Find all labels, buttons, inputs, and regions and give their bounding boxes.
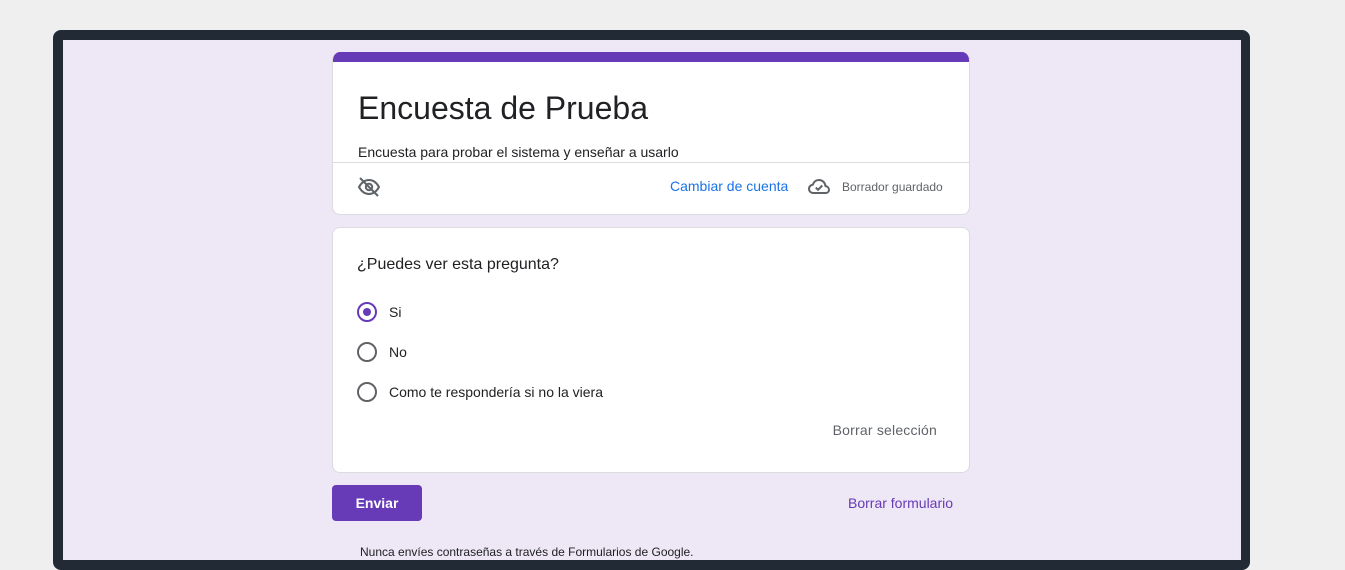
form-header-card: Encuesta de Prueba Encuesta para probar … bbox=[332, 52, 970, 215]
radio-button[interactable] bbox=[357, 382, 377, 402]
clear-form-button[interactable]: Borrar formulario bbox=[848, 495, 953, 511]
radio-button-checked[interactable] bbox=[357, 302, 377, 322]
option-si[interactable]: Si bbox=[357, 301, 401, 323]
option-label: No bbox=[389, 344, 407, 360]
draft-status: Borrador guardado bbox=[842, 180, 943, 194]
form-viewport: Encuesta de Prueba Encuesta para probar … bbox=[63, 40, 1241, 560]
divider bbox=[333, 162, 969, 163]
cloud-check-icon bbox=[807, 175, 831, 199]
clear-selection-button[interactable]: Borrar selección bbox=[833, 422, 937, 438]
option-label: Si bbox=[389, 304, 402, 320]
submit-button[interactable]: Enviar bbox=[332, 485, 422, 521]
accent-bar bbox=[333, 52, 969, 62]
switch-account-link[interactable]: Cambiar de cuenta bbox=[670, 178, 788, 194]
option-como-te-responderia[interactable]: Como te respondería si no la viera bbox=[357, 381, 603, 403]
form-description: Encuesta para probar el sistema y enseña… bbox=[358, 144, 679, 160]
form-title: Encuesta de Prueba bbox=[358, 90, 648, 126]
option-label: Como te respondería si no la viera bbox=[389, 384, 603, 400]
radio-button[interactable] bbox=[357, 342, 377, 362]
option-no[interactable]: No bbox=[357, 341, 407, 363]
question-card: ¿Puedes ver esta pregunta? Si No Como te… bbox=[332, 227, 970, 473]
eye-off-icon bbox=[357, 175, 381, 199]
question-title: ¿Puedes ver esta pregunta? bbox=[357, 256, 559, 273]
footer-text: Nunca envíes contraseñas a través de For… bbox=[360, 545, 694, 559]
